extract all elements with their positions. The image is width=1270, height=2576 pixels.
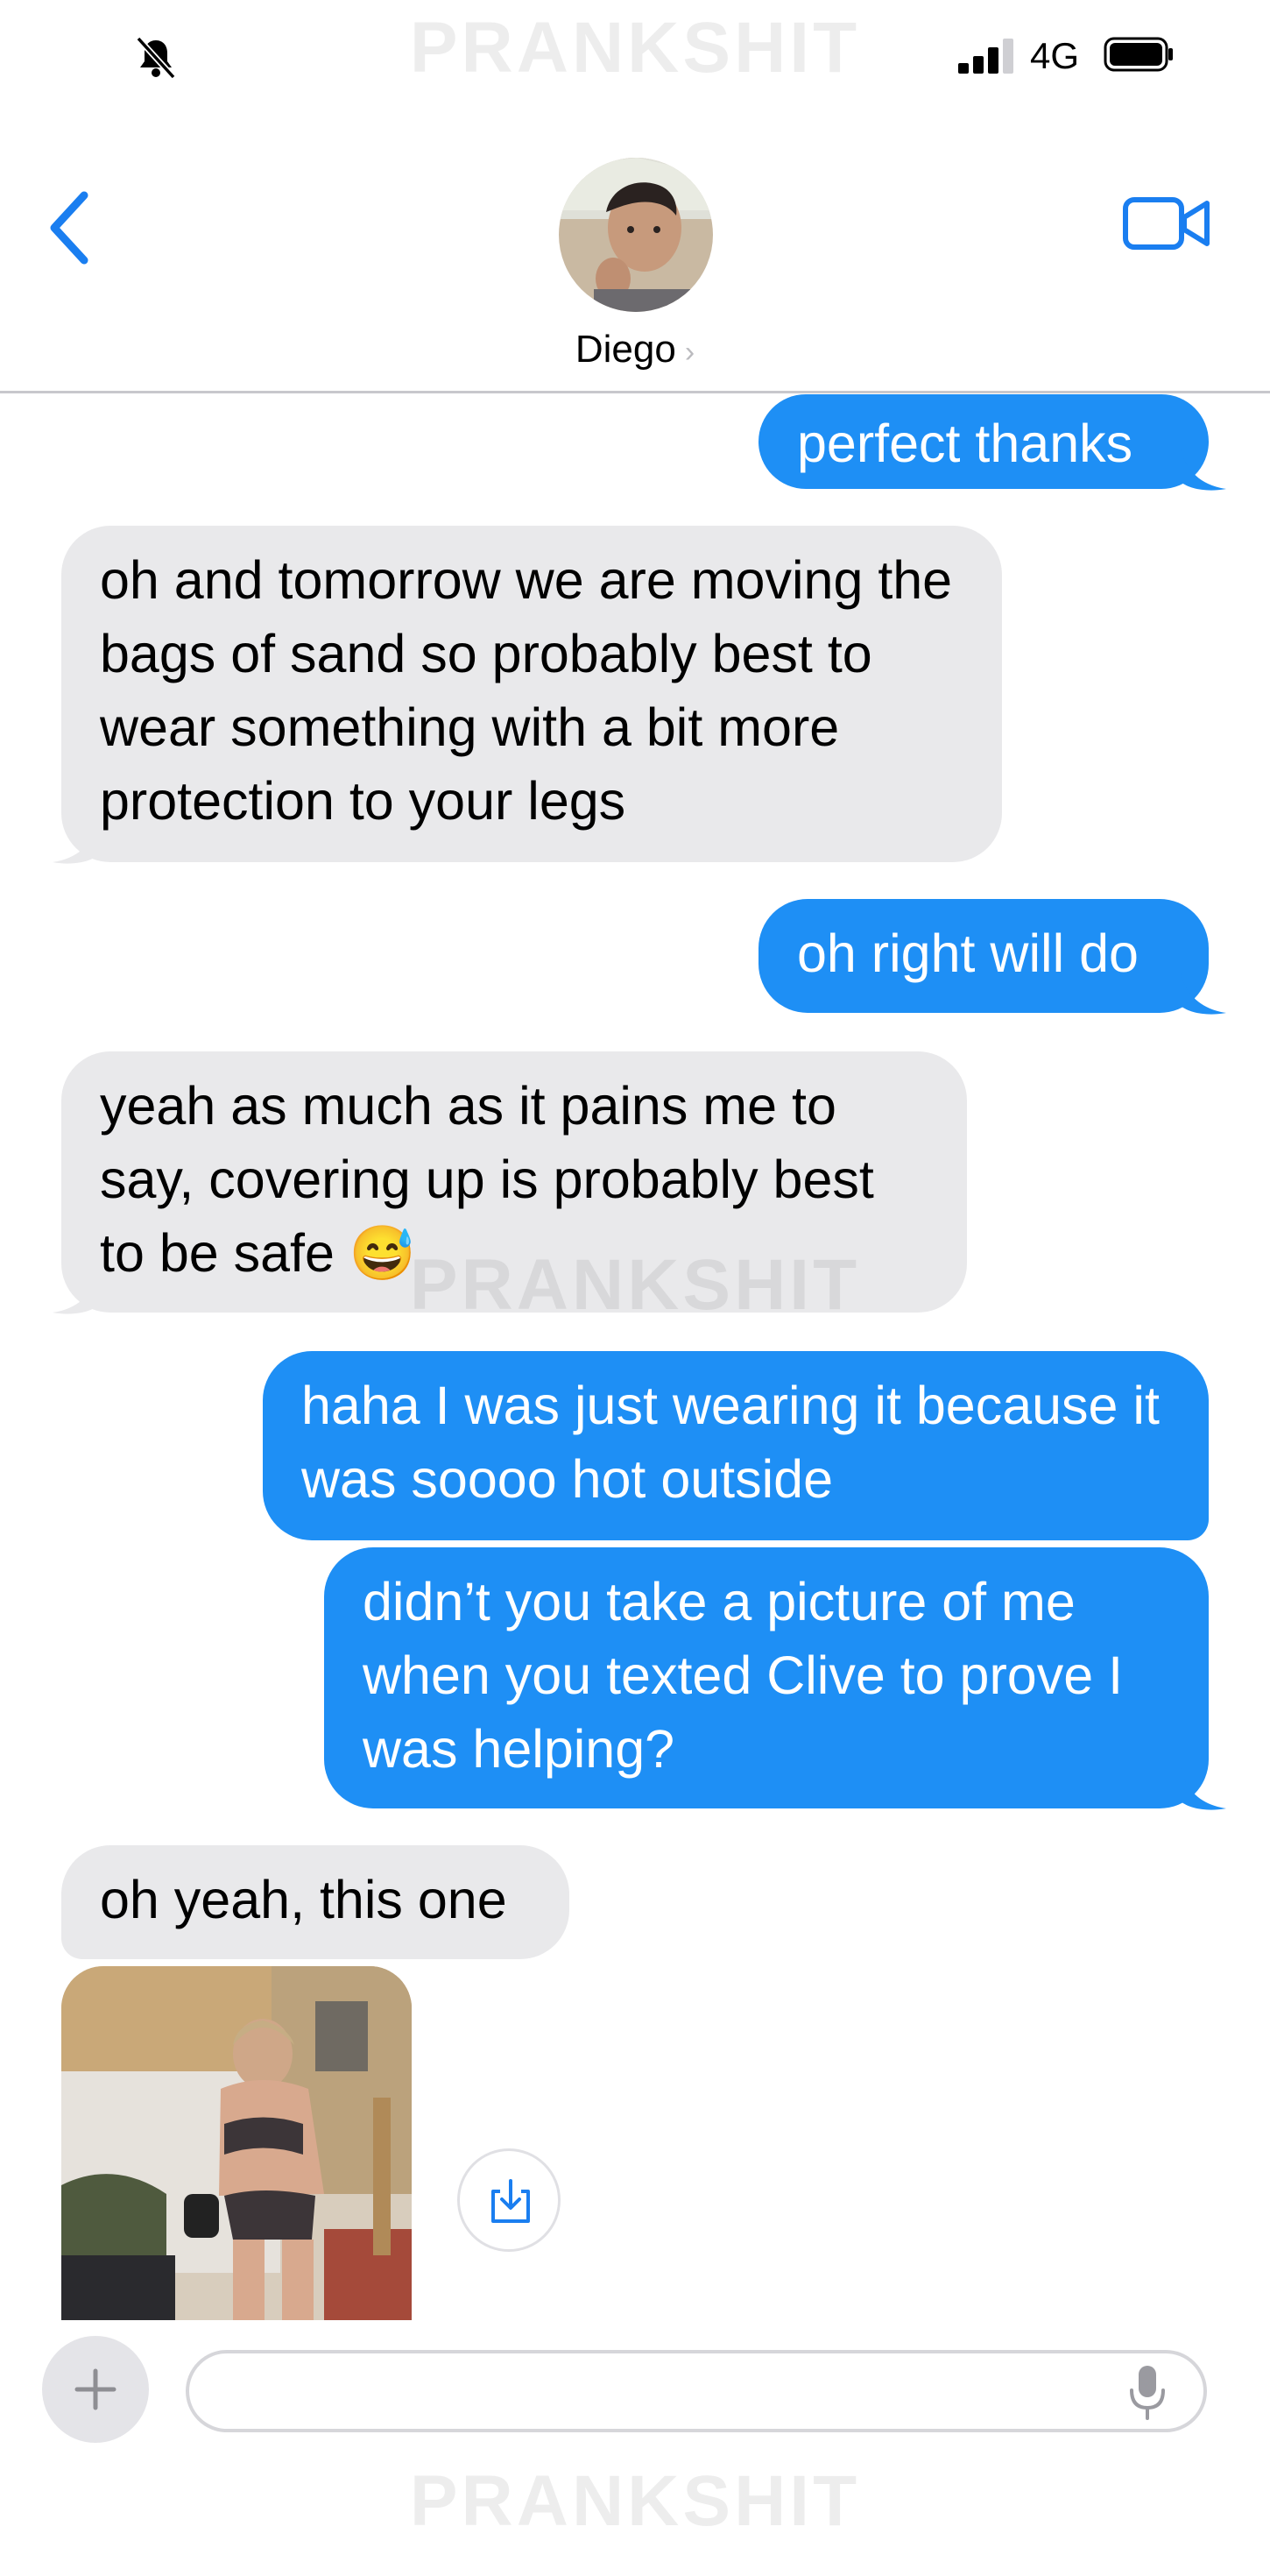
watermark: PRANKSHIT bbox=[409, 1245, 861, 1325]
contact-name-label[interactable]: Diego bbox=[575, 328, 676, 371]
bubble-tail bbox=[1181, 973, 1226, 1015]
message-bubble-incoming[interactable]: oh and tomorrow we are moving the bags o… bbox=[61, 526, 1002, 862]
message-text: didn’t you take a picture of me when you… bbox=[363, 1572, 1124, 1779]
video-call-icon[interactable] bbox=[1123, 195, 1210, 252]
photo-attachment[interactable] bbox=[61, 1966, 412, 2320]
bubble-tail bbox=[53, 822, 98, 864]
plus-icon bbox=[74, 2368, 116, 2410]
avatar[interactable] bbox=[559, 158, 713, 312]
download-icon bbox=[491, 2179, 530, 2223]
message-input[interactable] bbox=[186, 2350, 1207, 2432]
bubble-tail bbox=[1181, 1768, 1226, 1810]
bubble-tail bbox=[1181, 449, 1226, 491]
back-chevron-icon[interactable] bbox=[46, 188, 95, 267]
message-bubble-outgoing[interactable]: oh right will do bbox=[758, 899, 1209, 1013]
chevron-right-icon: › bbox=[684, 336, 695, 369]
message-bubble-outgoing[interactable]: perfect thanks bbox=[758, 394, 1209, 489]
message-bubble-outgoing[interactable]: haha I was just wearing it because it wa… bbox=[263, 1351, 1209, 1540]
watermark: PRANKSHIT bbox=[409, 2461, 861, 2541]
message-text: oh yeah, this one bbox=[100, 1870, 507, 1929]
message-bubble-incoming[interactable]: oh yeah, this one bbox=[61, 1845, 569, 1959]
message-text: haha I was just wearing it because it wa… bbox=[301, 1376, 1160, 1509]
watermark: PRANKSHIT bbox=[409, 8, 861, 88]
contact-name[interactable]: Diego › bbox=[0, 328, 1270, 372]
save-attachment-button[interactable] bbox=[457, 2148, 561, 2252]
message-bubble-outgoing[interactable]: didn’t you take a picture of me when you… bbox=[324, 1547, 1209, 1808]
message-text: oh right will do bbox=[797, 924, 1139, 983]
message-text: perfect thanks bbox=[797, 414, 1133, 473]
microphone-icon[interactable] bbox=[1126, 2364, 1168, 2420]
message-text: oh and tomorrow we are moving the bags o… bbox=[100, 550, 953, 831]
add-attachment-button[interactable] bbox=[42, 2336, 149, 2443]
